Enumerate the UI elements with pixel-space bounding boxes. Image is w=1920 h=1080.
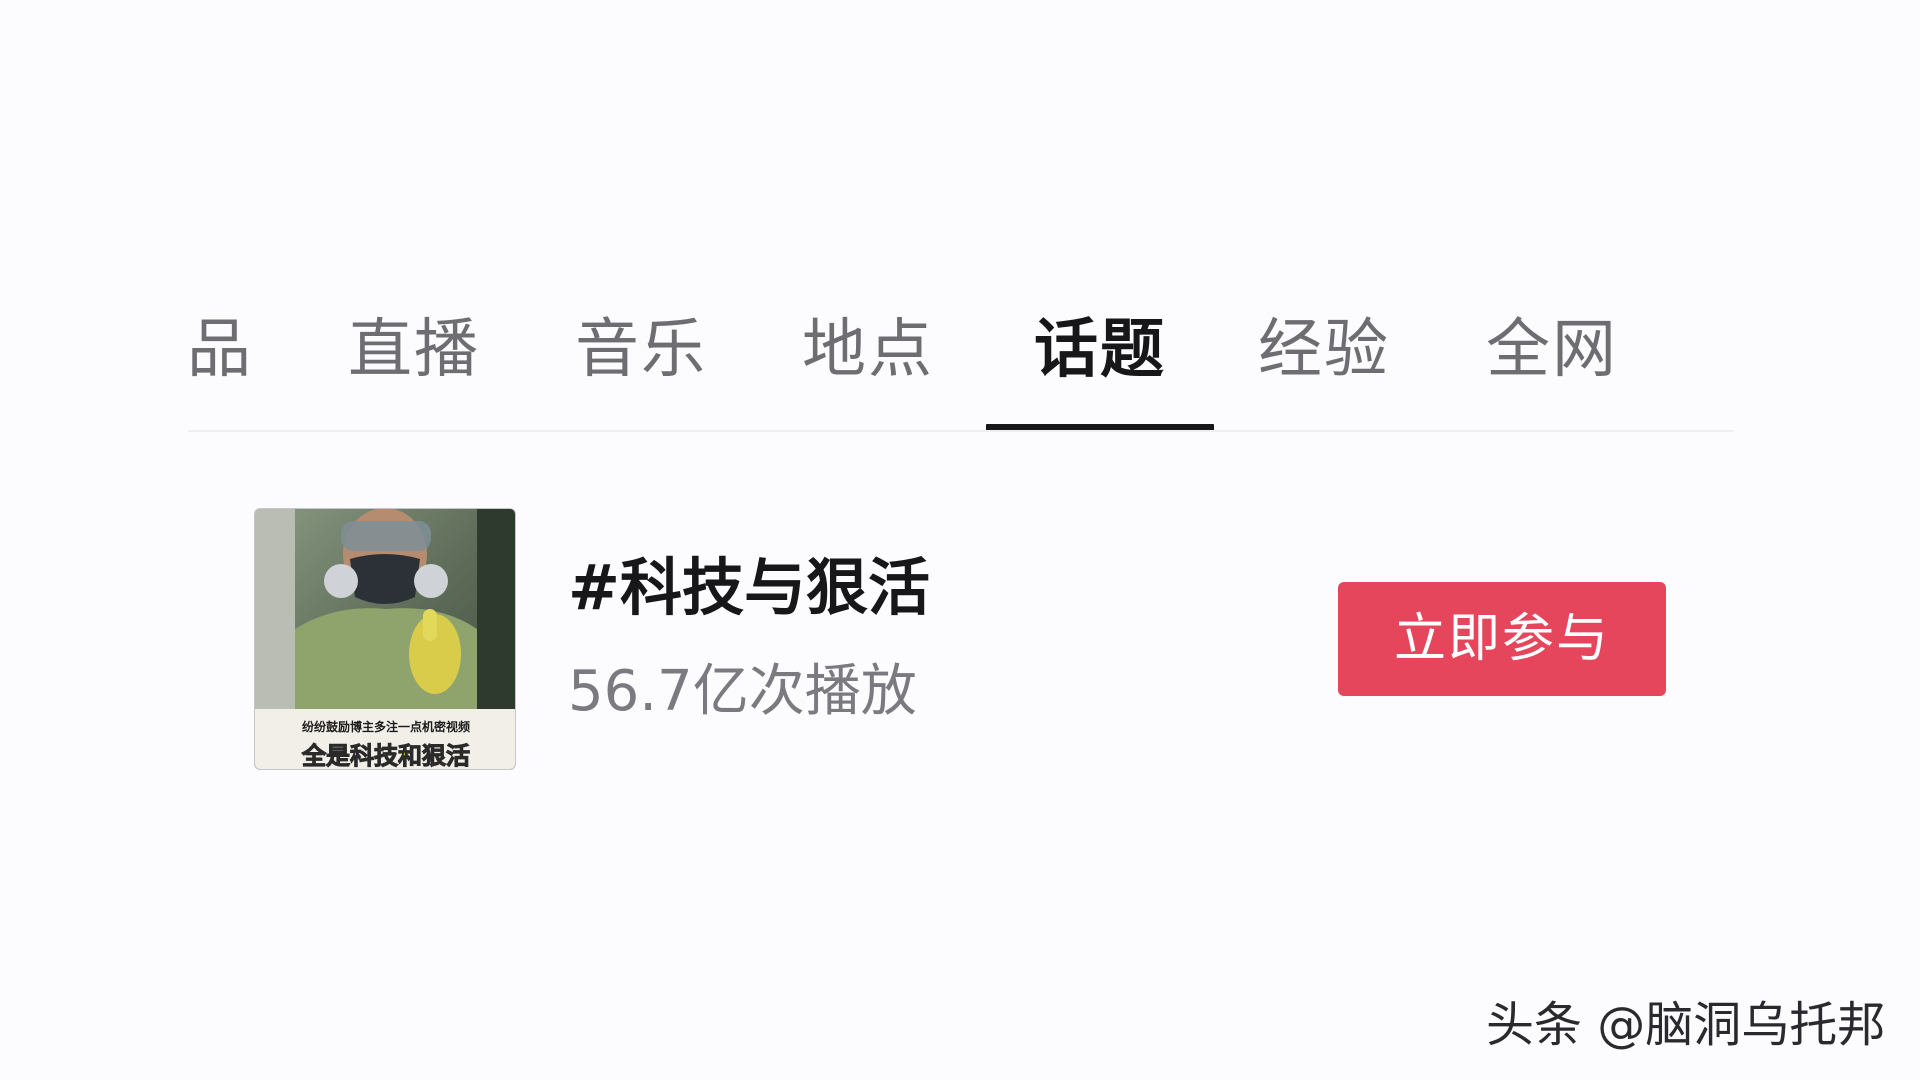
thumbnail-caption-small: 纷纷鼓励博主多注一点机密视频 [302, 719, 470, 734]
topic-title[interactable]: #科技与狠活 [568, 548, 930, 628]
tab-music[interactable]: 音乐 [575, 300, 707, 430]
tab-experience[interactable]: 经验 [1258, 300, 1390, 430]
search-results-page: 品 直播 音乐 地点 话题 经验 全网 纷纷鼓励博主多注一点机密视频 全是科技和… [0, 0, 1920, 1080]
join-now-button[interactable]: 立即参与 [1338, 582, 1666, 696]
search-category-tabs: 品 直播 音乐 地点 话题 经验 全网 [0, 300, 1920, 432]
tab-location[interactable]: 地点 [802, 300, 934, 430]
tab-topics[interactable]: 话题 [1030, 300, 1170, 430]
tab-label: 直播 [348, 313, 480, 387]
tabs-divider [188, 430, 1734, 432]
topic-thumbnail[interactable]: 纷纷鼓励博主多注一点机密视频 全是科技和狠活 [254, 508, 516, 770]
tab-works[interactable]: 品 [187, 300, 253, 430]
tab-label: 地点 [802, 313, 934, 387]
tab-label: 全网 [1486, 313, 1618, 387]
tab-label: 音乐 [575, 313, 707, 387]
tab-live[interactable]: 直播 [348, 300, 480, 430]
topic-play-count: 56.7亿次播放 [568, 659, 917, 724]
thumbnail-image: 纷纷鼓励博主多注一点机密视频 全是科技和狠活 [255, 509, 515, 770]
tab-label: 品 [187, 313, 253, 387]
tab-label: 经验 [1258, 313, 1390, 387]
thumbnail-caption-large: 全是科技和狠活 [301, 742, 470, 770]
tab-all-web[interactable]: 全网 [1486, 300, 1618, 430]
tab-label: 话题 [1034, 313, 1166, 387]
watermark: 头条 @脑洞乌托邦 [1486, 997, 1886, 1053]
